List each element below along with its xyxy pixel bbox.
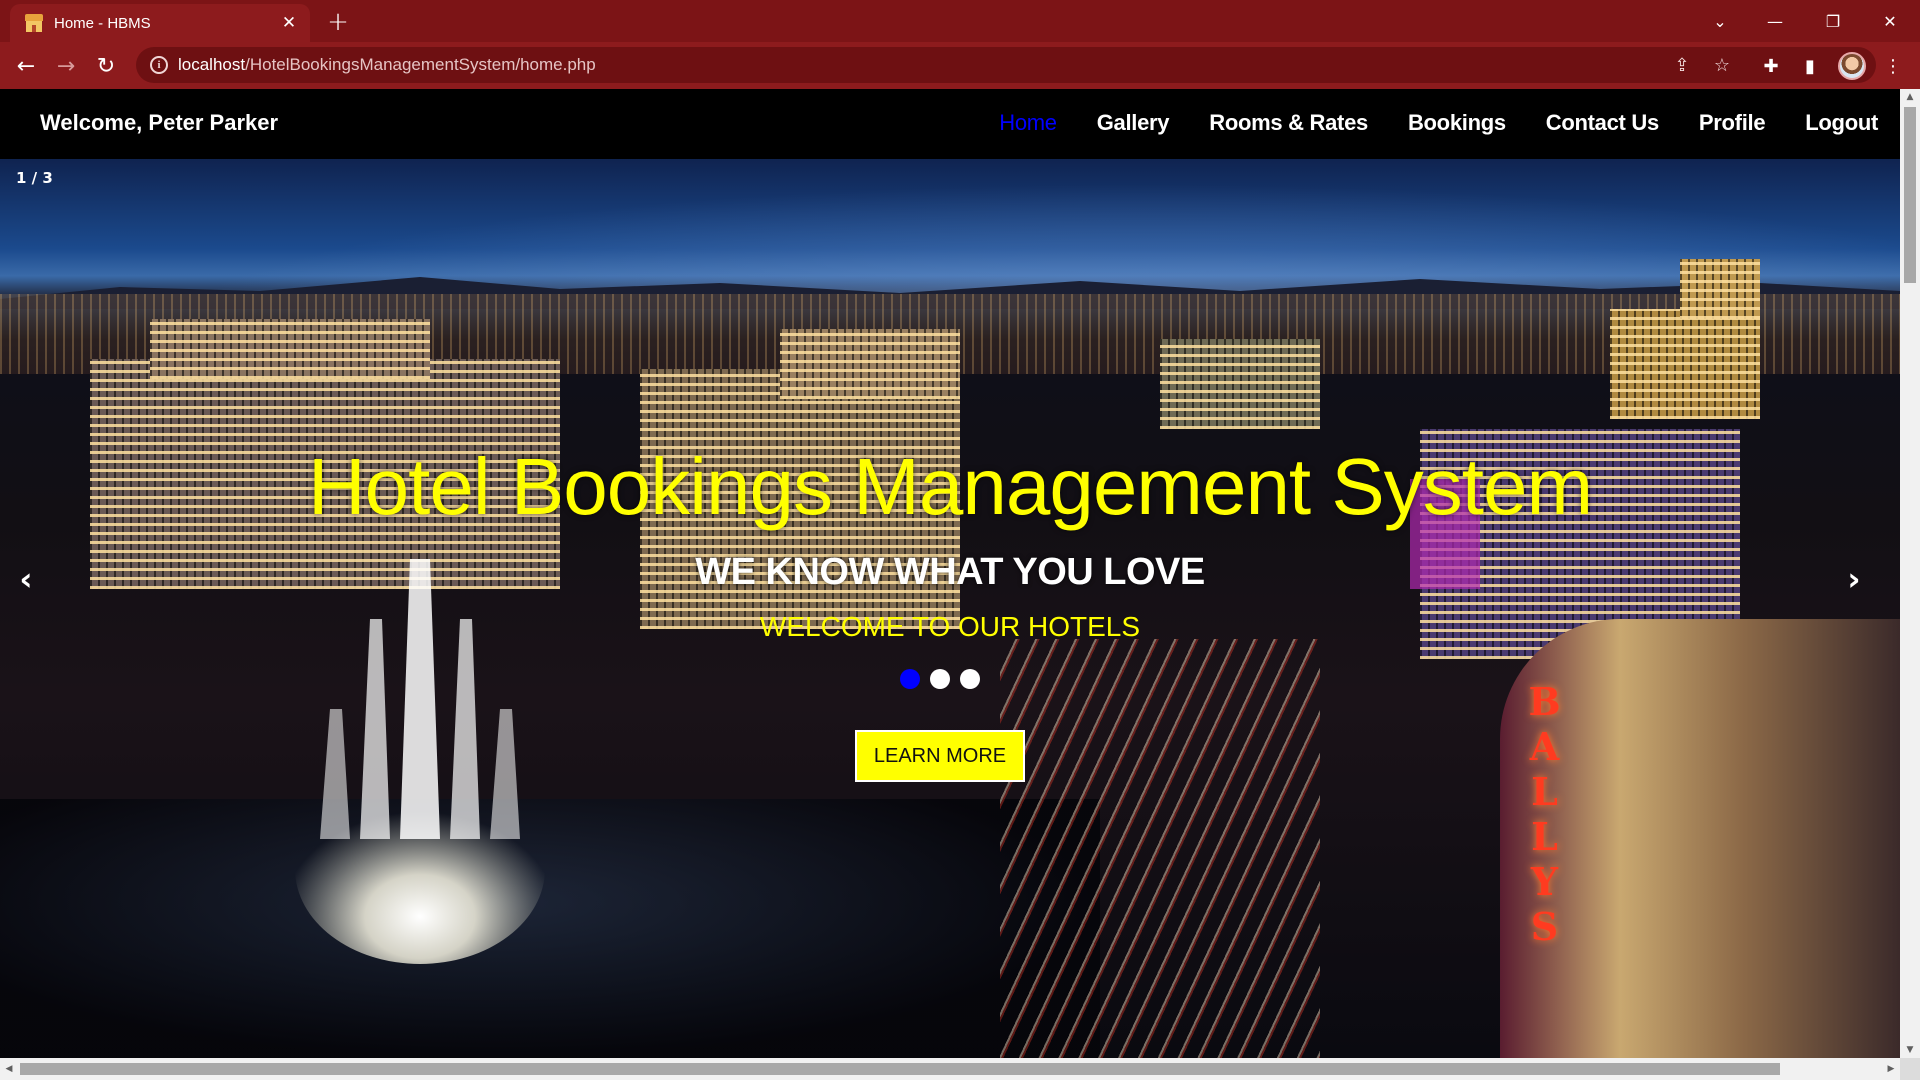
slide-dot-1[interactable] <box>900 669 920 689</box>
side-panel-icon[interactable]: ▮ <box>1797 53 1823 79</box>
vertical-scroll-thumb[interactable] <box>1904 107 1916 283</box>
bookmark-star-icon[interactable]: ☆ <box>1710 53 1734 77</box>
scroll-up-arrow-icon[interactable]: ▲ <box>1900 89 1920 105</box>
browser-toolbar: ← → ↻ i localhost/HotelBookingsManagemen… <box>0 42 1920 89</box>
next-slide-arrow-icon[interactable]: › <box>1834 559 1874 599</box>
forward-arrow-icon[interactable]: → <box>50 50 82 82</box>
tab-title: Home - HBMS <box>54 14 151 32</box>
minimize-button[interactable]: — <box>1755 6 1795 36</box>
site-navbar: Welcome, Peter Parker Home Gallery Rooms… <box>0 89 1900 159</box>
profile-avatar[interactable] <box>1838 52 1866 80</box>
tab-search-dropdown-icon[interactable]: ⌄ <box>1700 6 1740 36</box>
nav-link-logout[interactable]: Logout <box>1805 110 1878 136</box>
close-window-button[interactable]: ✕ <box>1870 6 1910 36</box>
hero-tagline: WELCOME TO OUR HOTELS <box>759 611 1141 642</box>
slide-counter: 1 / 3 <box>16 169 53 187</box>
nav-link-contact-us[interactable]: Contact Us <box>1546 110 1659 136</box>
slide-dot-3[interactable] <box>960 669 980 689</box>
scroll-right-arrow-icon[interactable]: ▶ <box>1882 1058 1900 1080</box>
nav-link-gallery[interactable]: Gallery <box>1097 110 1170 136</box>
slide-indicators <box>900 669 980 689</box>
share-icon[interactable]: ⇪ <box>1670 53 1694 77</box>
ballys-sign: BALLYS <box>1522 679 1567 949</box>
restore-button[interactable]: ❐ <box>1813 6 1853 36</box>
page-viewport: Welcome, Peter Parker Home Gallery Rooms… <box>0 89 1900 1058</box>
nav-link-profile[interactable]: Profile <box>1699 110 1766 136</box>
browser-tab-home[interactable]: Home - HBMS ✕ <box>10 4 310 42</box>
prev-slide-arrow-icon[interactable]: ‹ <box>6 559 46 599</box>
back-arrow-icon[interactable]: ← <box>10 50 42 82</box>
welcome-message: Welcome, Peter Parker <box>40 110 279 135</box>
horizontal-scrollbar[interactable]: ◀ ▶ <box>0 1058 1900 1080</box>
address-bar[interactable]: i localhost/HotelBookingsManagementSyste… <box>136 47 1876 83</box>
reload-icon[interactable]: ↻ <box>90 50 122 82</box>
scroll-down-arrow-icon[interactable]: ▼ <box>1900 1042 1920 1058</box>
nav-link-bookings[interactable]: Bookings <box>1408 110 1506 136</box>
nav-link-rooms-rates[interactable]: Rooms & Rates <box>1209 110 1368 136</box>
hero-subtitle: WE KNOW WHAT YOU LOVE <box>695 551 1205 593</box>
hero-title: Hotel Bookings Management System <box>307 442 1593 531</box>
scrollbar-corner <box>1900 1058 1920 1080</box>
menu-kebab-icon[interactable]: ⋮ <box>1880 53 1906 79</box>
scroll-left-arrow-icon[interactable]: ◀ <box>0 1058 18 1080</box>
new-tab-button[interactable]: + <box>324 7 352 37</box>
vertical-scrollbar[interactable]: ▲ ▼ <box>1900 89 1920 1058</box>
slide-dot-2[interactable] <box>930 669 950 689</box>
site-info-icon[interactable]: i <box>150 56 168 74</box>
learn-more-button[interactable]: LEARN MORE <box>855 730 1025 782</box>
extensions-puzzle-icon[interactable]: ✚ <box>1758 53 1784 79</box>
nav-link-home[interactable]: Home <box>999 110 1057 136</box>
url-text[interactable]: localhost/HotelBookingsManagementSystem/… <box>178 55 596 75</box>
tab-close-icon[interactable]: ✕ <box>278 12 300 34</box>
browser-tabstrip: Home - HBMS ✕ + ⌄ — ❐ ✕ <box>0 0 1920 42</box>
hotel-favicon-icon <box>24 14 44 32</box>
hero-slideshow: BALLYS 1 / 3 Hotel Bookings Management S… <box>0 159 1900 1058</box>
horizontal-scroll-thumb[interactable] <box>20 1063 1780 1075</box>
nav-links: Home Gallery Rooms & Rates Bookings Cont… <box>999 110 1878 136</box>
